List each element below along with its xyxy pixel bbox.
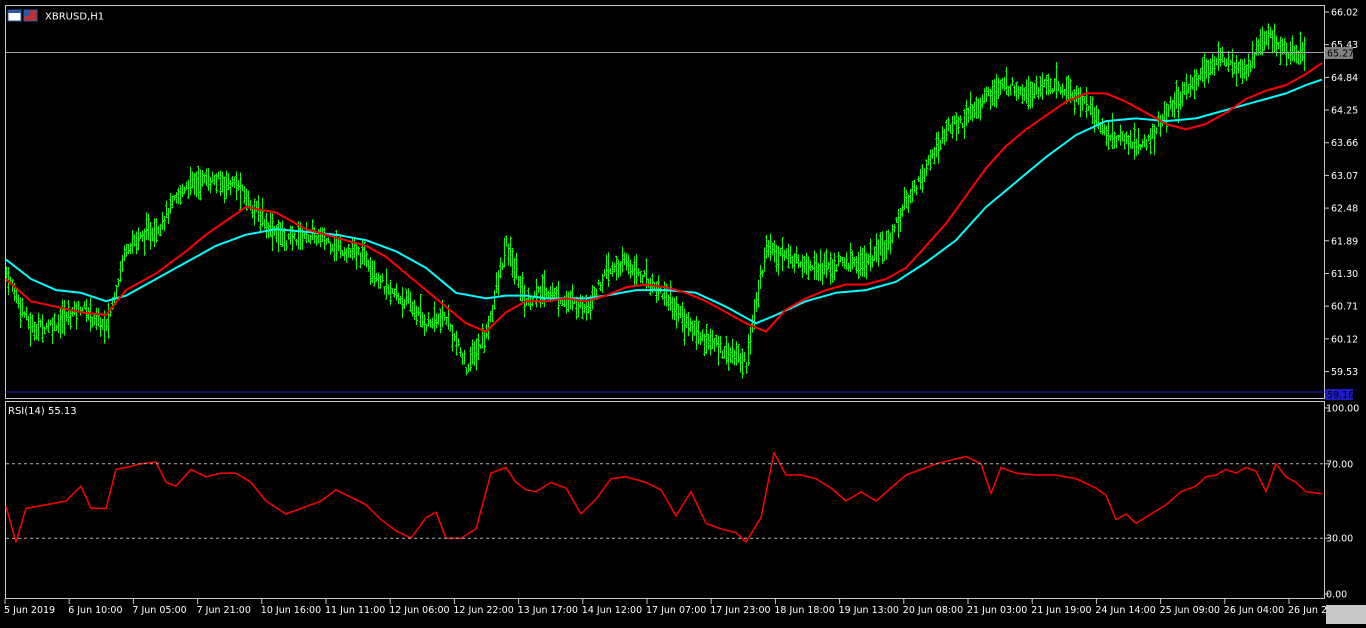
price-tick-label: 61.30: [1331, 269, 1358, 280]
rsi-tick-label: 100.00: [1326, 404, 1359, 415]
rsi-tick-label: 70.00: [1326, 459, 1353, 470]
price-tick-label: 63.07: [1331, 171, 1358, 182]
time-tick-label: 24 Jun 14:00: [1095, 605, 1155, 616]
chart-window-icon-bar: [8, 10, 21, 13]
rsi-tick-label: 30.00: [1326, 534, 1353, 545]
scroll-corner: [1326, 605, 1366, 624]
price-pane[interactable]: [5, 5, 1325, 399]
time-tick-label: 26 Jun 04:00: [1224, 605, 1284, 616]
price-tick-label: 63.66: [1331, 138, 1358, 149]
price-tick-label: 60.71: [1331, 302, 1358, 313]
time-tick-label: 25 Jun 09:00: [1160, 605, 1220, 616]
time-tick-label: 20 Jun 08:00: [903, 605, 963, 616]
chart-window[interactable]: 66.02 65.43 64.84 64.25 63.66 63.07 62.48 61.89…: [0, 0, 1366, 624]
time-tick-label: 12 Jun 06:00: [389, 605, 449, 616]
price-tick-label: 59.53: [1331, 367, 1358, 378]
time-tick-label: 5 Jun 2019: [4, 605, 55, 616]
time-tick-label: 12 Jun 22:00: [453, 605, 513, 616]
time-tick-label: 14 Jun 12:00: [582, 605, 642, 616]
price-tick-label: 61.89: [1331, 236, 1358, 247]
symbol-label: XBRUSD,H1: [45, 12, 104, 23]
rsi-tick-label: 0.00: [1326, 590, 1347, 601]
price-tick-label: 62.48: [1331, 204, 1358, 215]
time-tick-label: 6 Jun 10:00: [68, 605, 122, 616]
price-tick-label: 66.02: [1331, 8, 1358, 19]
rsi-pane[interactable]: [5, 401, 1325, 599]
price-tick-label: 60.12: [1331, 334, 1358, 345]
time-tick-label: 7 Jun 05:00: [132, 605, 186, 616]
time-tick-label: 10 Jun 16:00: [261, 605, 321, 616]
time-tick-label: 18 Jun 18:00: [774, 605, 834, 616]
time-tick-label: 21 Jun 03:00: [967, 605, 1027, 616]
current-price-label: 65.27: [1327, 49, 1354, 60]
price-tick-label: 64.84: [1331, 73, 1358, 84]
time-tick-label: 7 Jun 21:00: [197, 605, 251, 616]
bottom-price-label: 59.16: [1327, 390, 1354, 401]
time-tick-label: 19 Jun 13:00: [839, 605, 899, 616]
time-tick-label: 11 Jun 11:00: [325, 605, 385, 616]
time-tick-label: 17 Jun 23:00: [710, 605, 770, 616]
time-tick-label: 21 Jun 19:00: [1031, 605, 1091, 616]
rsi-label: RSI(14) 55.13: [8, 406, 77, 417]
price-tick-label: 64.25: [1331, 106, 1358, 117]
flag-icon-canton: [24, 10, 30, 16]
time-tick-label: 13 Jun 17:00: [518, 605, 578, 616]
time-tick-label: 17 Jun 07:00: [646, 605, 706, 616]
